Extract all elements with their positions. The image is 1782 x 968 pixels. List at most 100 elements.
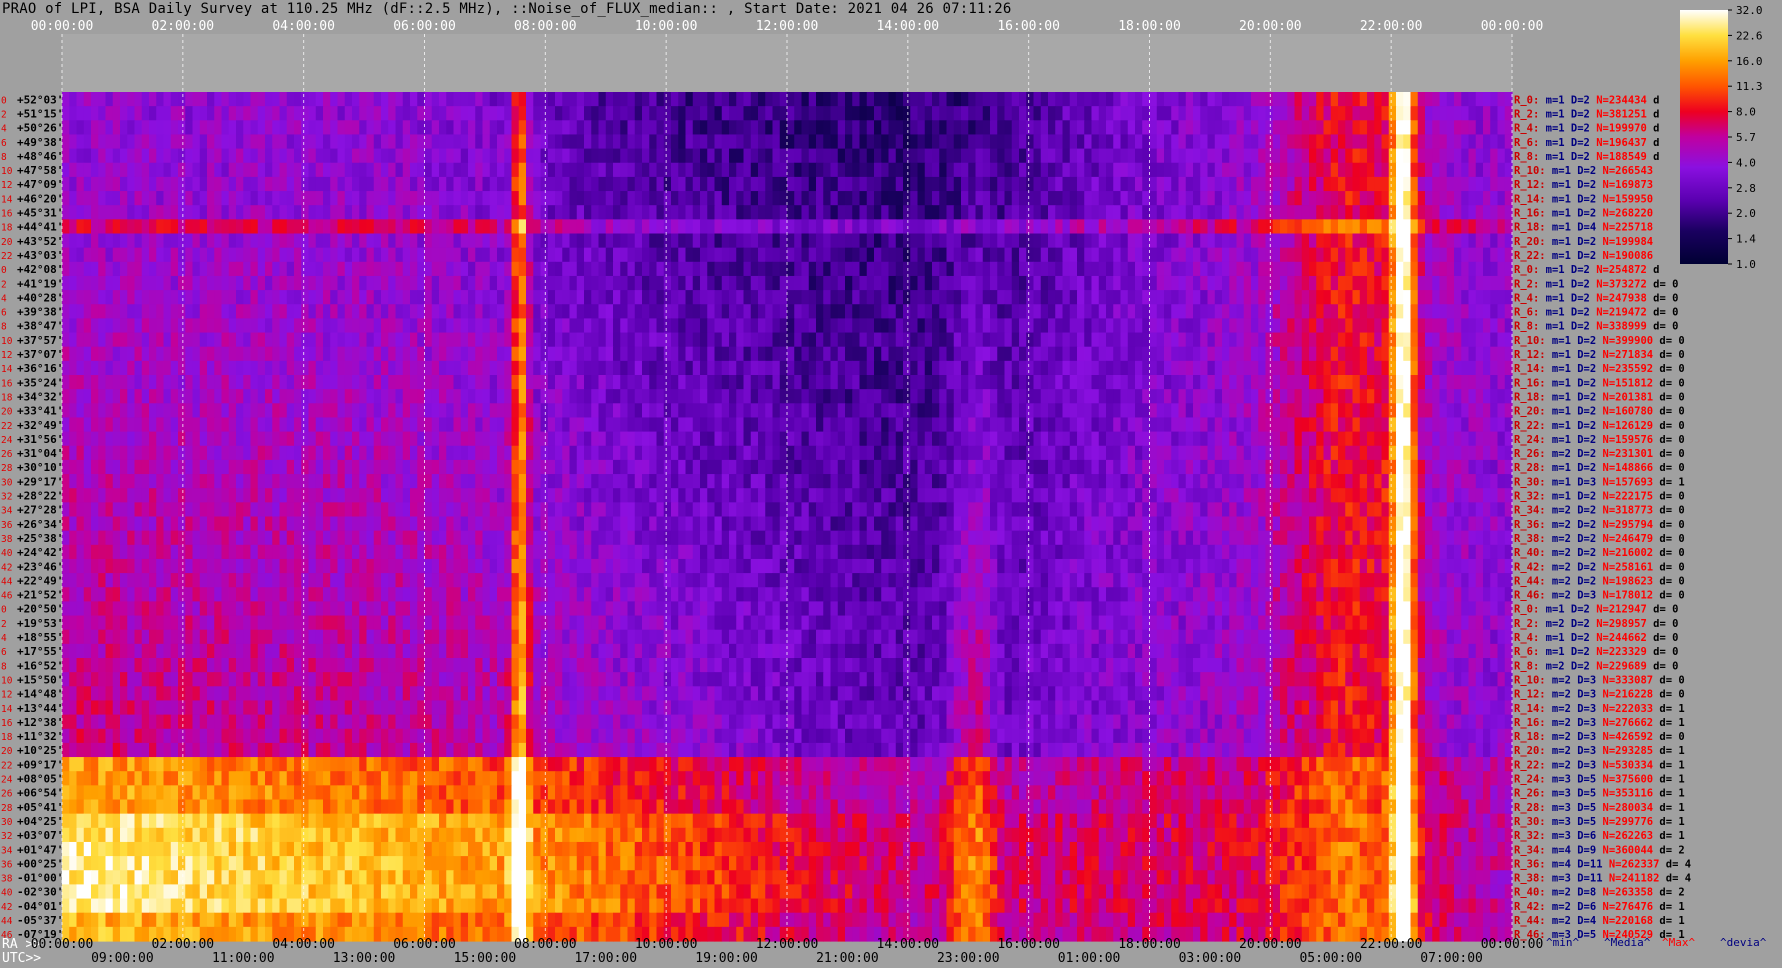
heat-cell bbox=[1113, 219, 1122, 235]
heat-cell bbox=[990, 375, 998, 390]
heat-cell bbox=[1454, 389, 1462, 404]
heat-cell bbox=[656, 191, 665, 206]
heat-cell bbox=[250, 176, 259, 192]
heat-cell bbox=[395, 403, 404, 419]
heat-cell bbox=[852, 431, 861, 447]
heat-cell bbox=[526, 318, 534, 334]
heat-cell bbox=[1432, 205, 1441, 220]
heat-cell bbox=[286, 233, 295, 249]
heat-cell bbox=[1258, 219, 1267, 235]
heat-cell bbox=[1243, 417, 1252, 433]
heat-cell bbox=[439, 148, 447, 164]
heat-cell bbox=[1251, 176, 1259, 192]
heat-cell bbox=[1417, 148, 1426, 164]
heat-cell bbox=[1149, 332, 1158, 348]
heat-cell bbox=[1280, 431, 1288, 447]
heat-cell bbox=[888, 92, 897, 107]
heat-cell bbox=[250, 346, 259, 362]
heat-cell bbox=[489, 360, 498, 376]
heat-cell bbox=[591, 375, 600, 390]
heat-cell bbox=[1026, 346, 1035, 362]
heat-cell bbox=[1309, 120, 1317, 136]
heat-cell bbox=[692, 346, 701, 362]
heat-cell bbox=[845, 431, 853, 447]
heat-cell bbox=[1251, 389, 1259, 404]
heat-cell bbox=[1229, 346, 1238, 362]
heat-cell bbox=[794, 247, 803, 263]
heat-cell bbox=[932, 148, 940, 164]
heat-cell bbox=[272, 106, 281, 121]
heat-cell bbox=[221, 92, 230, 107]
heat-cell bbox=[1345, 346, 1354, 362]
heat-cell bbox=[758, 403, 766, 419]
heat-cell bbox=[939, 346, 948, 362]
heat-cell bbox=[779, 304, 788, 319]
heat-cell bbox=[1258, 120, 1267, 136]
heat-cell bbox=[634, 290, 643, 305]
heat-cell bbox=[163, 134, 172, 150]
heat-cell bbox=[69, 205, 78, 220]
heat-cell bbox=[990, 389, 998, 404]
heat-cell bbox=[1011, 261, 1020, 277]
heat-cell bbox=[1338, 176, 1346, 192]
heat-cell bbox=[163, 389, 172, 404]
heat-cell bbox=[170, 431, 179, 447]
heat-cell bbox=[1338, 275, 1346, 291]
heat-cell bbox=[1301, 148, 1310, 164]
heat-cell bbox=[591, 275, 600, 291]
heat-cell bbox=[1243, 431, 1252, 447]
heat-cell bbox=[808, 205, 817, 220]
heat-cell bbox=[663, 233, 672, 249]
heat-cell bbox=[69, 403, 78, 419]
heat-cell bbox=[1106, 389, 1114, 404]
heat-cell bbox=[779, 375, 788, 390]
heat-cell bbox=[1338, 120, 1346, 136]
heat-cell bbox=[1062, 148, 1071, 164]
heat-cell bbox=[584, 403, 592, 419]
heat-cell bbox=[1069, 346, 1078, 362]
heat-cell bbox=[801, 148, 810, 164]
heat-cell bbox=[1367, 346, 1375, 362]
heat-cell bbox=[700, 191, 708, 206]
heat-cell bbox=[243, 261, 252, 277]
heat-cell bbox=[1033, 162, 1042, 178]
heat-cell bbox=[692, 318, 701, 334]
heat-cell bbox=[1367, 275, 1375, 291]
heat-cell bbox=[518, 360, 527, 376]
heat-cell bbox=[446, 120, 455, 136]
heat-cell bbox=[163, 431, 172, 447]
heat-cell bbox=[1251, 360, 1259, 376]
heat-cell bbox=[76, 375, 85, 390]
heat-cell bbox=[1106, 219, 1114, 235]
heat-cell bbox=[518, 346, 527, 362]
heat-cell bbox=[1113, 290, 1122, 305]
heat-cell bbox=[149, 389, 157, 404]
heat-cell bbox=[308, 360, 317, 376]
heat-cell bbox=[1381, 304, 1390, 319]
heat-cell bbox=[1504, 106, 1513, 121]
heat-cell bbox=[1374, 120, 1383, 136]
heat-cell bbox=[656, 417, 665, 433]
heat-cell bbox=[627, 261, 636, 277]
heat-cell bbox=[1229, 375, 1238, 390]
heat-cell bbox=[1164, 389, 1172, 404]
heat-cell bbox=[170, 176, 179, 192]
heat-cell bbox=[402, 261, 411, 277]
heat-cell bbox=[678, 375, 687, 390]
heat-cell bbox=[1483, 176, 1491, 192]
heat-cell bbox=[547, 304, 556, 319]
heat-cell bbox=[895, 247, 904, 263]
heat-cell bbox=[547, 92, 556, 107]
heat-cell bbox=[1077, 332, 1085, 348]
heat-cell bbox=[286, 346, 295, 362]
heat-cell bbox=[149, 290, 157, 305]
heat-cell bbox=[990, 360, 998, 376]
heat-cell bbox=[721, 261, 730, 277]
heat-cell bbox=[127, 403, 136, 419]
heat-cell bbox=[1135, 375, 1143, 390]
heat-cell bbox=[1374, 148, 1383, 164]
heat-cell bbox=[1287, 332, 1296, 348]
heat-cell bbox=[1026, 290, 1035, 305]
heat-cell bbox=[533, 191, 542, 206]
heat-cell bbox=[1309, 162, 1317, 178]
